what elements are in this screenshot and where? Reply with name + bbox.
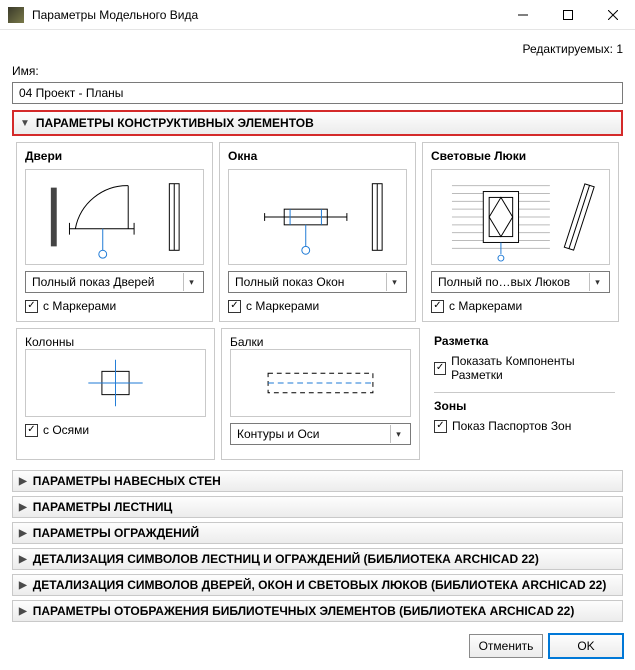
columns-title: Колонны: [25, 335, 206, 349]
beams-dropdown-label: Контуры и Оси: [237, 427, 390, 441]
name-label: Имя:: [12, 64, 623, 78]
row-top: Двери Полный показ Дверей ▾: [12, 136, 623, 328]
checkbox-checked-icon: ✓: [228, 300, 241, 313]
chevron-right-icon: ▶: [19, 606, 27, 617]
beams-title: Балки: [230, 335, 411, 349]
zones-show-passports-checkbox[interactable]: ✓ Показ Паспортов Зон: [434, 419, 615, 433]
checkbox-checked-icon: ✓: [431, 300, 444, 313]
row-bottom: Колонны ✓ с Осями Балки: [12, 328, 623, 466]
markup-show-components-label: Показать Компоненты Разметки: [451, 354, 615, 382]
doors-dropdown[interactable]: Полный показ Дверей ▾: [25, 271, 204, 293]
divider: [434, 392, 615, 393]
chevron-down-icon: ▾: [390, 425, 406, 443]
minimize-button[interactable]: [500, 0, 545, 30]
doors-title: Двери: [25, 149, 204, 163]
beams-dropdown[interactable]: Контуры и Оси ▾: [230, 423, 411, 445]
chevron-right-icon: ▶: [19, 476, 27, 487]
dialog-body: Редактируемых: 1 Имя: ▼ ПАРАМЕТРЫ КОНСТР…: [0, 30, 635, 670]
panel-skylights: Световые Люки Полный по…вых Люков: [422, 142, 619, 322]
panel-columns: Колонны ✓ с Осями: [16, 328, 215, 460]
skylights-dropdown[interactable]: Полный по…вых Люков ▾: [431, 271, 610, 293]
section-header-construction[interactable]: ▼ ПАРАМЕТРЫ КОНСТРУКТИВНЫХ ЭЛЕМЕНТОВ: [14, 112, 621, 134]
chevron-right-icon: ▶: [19, 554, 27, 565]
skylights-preview-icon: [432, 170, 609, 264]
close-icon: [608, 10, 618, 20]
beams-preview: [230, 349, 411, 417]
doors-marker-label: с Маркерами: [43, 299, 116, 313]
zones-title: Зоны: [434, 399, 615, 413]
checkbox-checked-icon: ✓: [25, 424, 38, 437]
ok-label: OK: [577, 639, 594, 653]
doors-dropdown-label: Полный показ Дверей: [32, 275, 183, 289]
section-label: ПАРАМЕТРЫ ЛЕСТНИЦ: [33, 500, 173, 514]
skylights-marker-checkbox[interactable]: ✓ с Маркерами: [431, 299, 610, 313]
markup-show-components-checkbox[interactable]: ✓ Показать Компоненты Разметки: [434, 354, 615, 382]
section-stair-railing-symbols[interactable]: ▶ ДЕТАЛИЗАЦИЯ СИМВОЛОВ ЛЕСТНИЦ И ОГРАЖДЕН…: [12, 548, 623, 570]
section-label: ПАРАМЕТРЫ ОГРАЖДЕНИЙ: [33, 526, 199, 540]
section-railings[interactable]: ▶ ПАРАМЕТРЫ ОГРАЖДЕНИЙ: [12, 522, 623, 544]
chevron-down-icon: ▾: [183, 273, 199, 291]
markup-title: Разметка: [434, 334, 615, 348]
name-input[interactable]: [12, 82, 623, 104]
section-stairs[interactable]: ▶ ПАРАМЕТРЫ ЛЕСТНИЦ: [12, 496, 623, 518]
skylights-preview: [431, 169, 610, 265]
ok-button[interactable]: OK: [549, 634, 623, 658]
checkbox-checked-icon: ✓: [25, 300, 38, 313]
columns-axes-checkbox[interactable]: ✓ с Осями: [25, 423, 206, 437]
columns-axes-label: с Осями: [43, 423, 89, 437]
chevron-right-icon: ▶: [19, 528, 27, 539]
app-icon: [8, 7, 24, 23]
cancel-label: Отменить: [479, 639, 534, 653]
doors-preview: [25, 169, 204, 265]
panel-doors: Двери Полный показ Дверей ▾: [16, 142, 213, 322]
zones-show-passports-label: Показ Паспортов Зон: [452, 419, 571, 433]
windows-preview-icon: [229, 170, 406, 264]
collapsed-sections: ▶ ПАРАМЕТРЫ НАВЕСНЫХ СТЕН ▶ ПАРАМЕТРЫ ЛЕСТ…: [12, 470, 623, 622]
checkbox-checked-icon: ✓: [434, 362, 446, 375]
window-title: Параметры Модельного Вида: [32, 8, 500, 22]
skylights-dropdown-label: Полный по…вых Люков: [438, 275, 589, 289]
section-curtain-walls[interactable]: ▶ ПАРАМЕТРЫ НАВЕСНЫХ СТЕН: [12, 470, 623, 492]
close-button[interactable]: [590, 0, 635, 30]
section-label: ДЕТАЛИЗАЦИЯ СИМВОЛОВ ЛЕСТНИЦ И ОГРАЖДЕНИ…: [33, 552, 539, 566]
checkbox-checked-icon: ✓: [434, 420, 447, 433]
minimize-icon: [518, 10, 528, 20]
skylights-title: Световые Люки: [431, 149, 610, 163]
windows-title: Окна: [228, 149, 407, 163]
section-library-display[interactable]: ▶ ПАРАМЕТРЫ ОТОБРАЖЕНИЯ БИБЛИОТЕЧНЫХ ЭЛЕМ…: [12, 600, 623, 622]
section-label: ДЕТАЛИЗАЦИЯ СИМВОЛОВ ДВЕРЕЙ, ОКОН И СВЕТ…: [33, 578, 607, 592]
chevron-right-icon: ▶: [19, 502, 27, 513]
panel-markup-zones: Разметка ✓ Показать Компоненты Разметки …: [426, 328, 619, 460]
titlebar: Параметры Модельного Вида: [0, 0, 635, 30]
doors-preview-icon: [26, 170, 203, 264]
maximize-icon: [563, 10, 573, 20]
chevron-down-icon: ▾: [386, 273, 402, 291]
section-door-window-skylight-symbols[interactable]: ▶ ДЕТАЛИЗАЦИЯ СИМВОЛОВ ДВЕРЕЙ, ОКОН И СВЕ…: [12, 574, 623, 596]
section-title: ПАРАМЕТРЫ КОНСТРУКТИВНЫХ ЭЛЕМЕНТОВ: [36, 116, 314, 130]
beams-preview-icon: [231, 350, 410, 416]
panel-windows: Окна Полный показ Окон ▾: [219, 142, 416, 322]
skylights-marker-label: с Маркерами: [449, 299, 522, 313]
section-label: ПАРАМЕТРЫ ОТОБРАЖЕНИЯ БИБЛИОТЕЧНЫХ ЭЛЕМЕ…: [33, 604, 575, 618]
maximize-button[interactable]: [545, 0, 590, 30]
columns-preview: [25, 349, 206, 417]
chevron-down-icon: ▾: [589, 273, 605, 291]
doors-marker-checkbox[interactable]: ✓ с Маркерами: [25, 299, 204, 313]
panel-beams: Балки Контуры и Оси ▾: [221, 328, 420, 460]
columns-preview-icon: [26, 350, 205, 416]
windows-dropdown-label: Полный показ Окон: [235, 275, 386, 289]
section-construction-elements: ▼ ПАРАМЕТРЫ КОНСТРУКТИВНЫХ ЭЛЕМЕНТОВ: [12, 110, 623, 136]
button-row: Отменить OK: [12, 634, 623, 658]
windows-marker-checkbox[interactable]: ✓ с Маркерами: [228, 299, 407, 313]
chevron-down-icon: ▼: [20, 118, 30, 129]
editable-count: Редактируемых: 1: [12, 42, 623, 56]
windows-dropdown[interactable]: Полный показ Окон ▾: [228, 271, 407, 293]
windows-preview: [228, 169, 407, 265]
chevron-right-icon: ▶: [19, 580, 27, 591]
cancel-button[interactable]: Отменить: [469, 634, 543, 658]
windows-marker-label: с Маркерами: [246, 299, 319, 313]
section-label: ПАРАМЕТРЫ НАВЕСНЫХ СТЕН: [33, 474, 221, 488]
